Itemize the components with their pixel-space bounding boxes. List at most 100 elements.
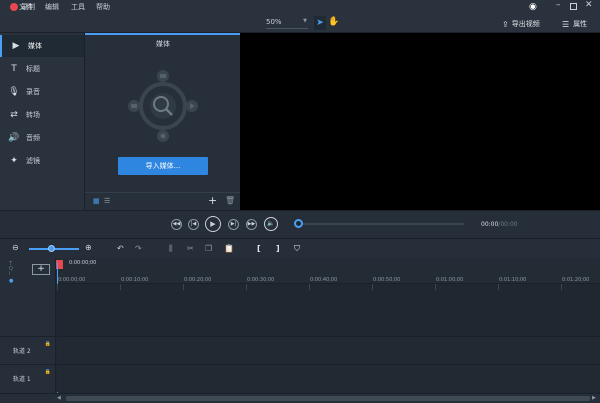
ruler-tick-line: [57, 284, 58, 290]
scroll-right-icon[interactable]: ▶: [592, 395, 596, 401]
app-window: 录制 文件 文件 编辑 工具 帮助 ◉ – ✕ 50% ▼ ➤ ✋ ⇪ 导出视频…: [0, 0, 600, 403]
paste-icon[interactable]: 📋: [224, 244, 234, 253]
mark-out-icon[interactable]: ]: [276, 244, 280, 253]
time-display: 00:00/00:00: [481, 221, 518, 228]
menu-file-item[interactable]: 文件: [19, 2, 33, 12]
sidebar-item-label: 录音: [26, 88, 40, 96]
undo-icon[interactable]: ↶: [117, 244, 124, 253]
fast-forward-icon[interactable]: ▶▶: [246, 219, 257, 230]
toolbar: 50% ▼ ➤ ✋ ⇪ 导出视频 ☰ 属性: [0, 14, 600, 33]
sidebar: ▶ 媒体 T 标题 🎙 录音 ⇄ 转场 🔊 音频 ✦ 滤镜: [0, 33, 84, 210]
ruler-tick-line: [372, 284, 373, 290]
ruler-tick-line: [246, 284, 247, 290]
play-icon[interactable]: ▶: [205, 216, 221, 232]
split-icon[interactable]: ⫼: [169, 244, 173, 254]
scroll-thumb[interactable]: [66, 396, 590, 401]
track-name: 轨道 2: [13, 348, 31, 355]
media-panel-header: 媒体: [85, 33, 241, 53]
timeline-track-empty[interactable]: [57, 284, 600, 336]
sidebar-item-filter[interactable]: ✦ 滤镜: [0, 150, 84, 172]
sidebar-item-label: 转场: [26, 111, 40, 119]
pointer-tool-icon[interactable]: ➤: [314, 16, 326, 30]
ruler-tick-line: [561, 284, 562, 290]
marker-icon[interactable]: ⛉: [294, 244, 300, 254]
volume-icon[interactable]: 🔈: [264, 217, 278, 231]
add-icon[interactable]: +: [208, 194, 217, 207]
export-label: 导出视频: [511, 20, 540, 28]
media-placeholder-icon: [128, 70, 198, 142]
current-time: 00:00: [481, 221, 499, 228]
zoom-value: 50%: [266, 18, 282, 26]
lock-icon[interactable]: 🔒: [45, 341, 51, 347]
step-forward-icon[interactable]: ▶|: [228, 219, 239, 230]
scroll-left-icon[interactable]: ◀: [57, 395, 61, 401]
export-icon: ⇪: [502, 19, 509, 29]
track-options-icon[interactable]: TQi: [9, 262, 13, 277]
sidebar-item-label: 标题: [26, 65, 40, 73]
minimize-icon[interactable]: –: [556, 0, 561, 10]
total-time: /00:00: [498, 221, 518, 228]
sidebar-item-transition[interactable]: ⇄ 转场: [0, 104, 84, 126]
ruler-tick-label: 0:00:10;00: [121, 277, 149, 283]
rewind-icon[interactable]: ◀◀: [171, 219, 182, 230]
sidebar-item-label: 媒体: [28, 42, 42, 50]
ruler-tick-line: [309, 284, 310, 290]
chevron-down-icon: ▼: [303, 18, 307, 24]
settings-icon[interactable]: ●: [9, 278, 13, 284]
ruler-tick-line: [435, 284, 436, 290]
properties-button[interactable]: ☰ 属性: [562, 18, 587, 30]
import-media-button[interactable]: 导入媒体...: [118, 157, 208, 175]
ruler-tick-line: [498, 284, 499, 290]
eye-icon[interactable]: ◉: [529, 2, 537, 12]
ruler-tick-label: 0:01:10;00: [499, 277, 527, 283]
trash-icon[interactable]: 🗑: [225, 196, 235, 205]
properties-label: 属性: [573, 20, 588, 28]
sidebar-item-media[interactable]: ▶ 媒体: [0, 35, 84, 57]
track-label-2: 轨道 2 🔒: [0, 336, 56, 364]
maximize-icon[interactable]: [570, 3, 577, 10]
zoom-slider-handle[interactable]: [48, 245, 55, 252]
redo-icon[interactable]: ↷: [135, 244, 142, 253]
menu-tools[interactable]: 工具: [71, 2, 85, 12]
sidebar-item-audio[interactable]: 🔊 音频: [0, 127, 84, 149]
menu-edit[interactable]: 编辑: [45, 2, 59, 12]
hand-tool-icon[interactable]: ✋: [328, 17, 339, 27]
zoom-select[interactable]: 50% ▼: [266, 18, 308, 29]
timeline-track-2[interactable]: [57, 336, 600, 364]
export-button[interactable]: ⇪ 导出视频: [502, 18, 540, 30]
menu-help[interactable]: 帮助: [96, 2, 110, 12]
playback-bar: ◀◀ |◀ ▶ ▶| ▶▶ 🔈 00:00/00:00: [0, 210, 600, 238]
cut-icon[interactable]: ✂: [187, 244, 194, 253]
progress-track[interactable]: [298, 223, 464, 225]
ruler-tick-label: 0:00:30;00: [247, 277, 275, 283]
track-name: 轨道 1: [13, 376, 31, 383]
timeline-scrollbar[interactable]: ◀ ▶: [0, 393, 600, 403]
list-view-icon[interactable]: ☰: [104, 197, 110, 205]
sidebar-item-title[interactable]: T 标题: [0, 58, 84, 80]
ruler-tick-label: 0:00:20;00: [184, 277, 212, 283]
ruler-tick-line: [120, 284, 121, 290]
add-track-button[interactable]: +: [32, 264, 50, 275]
transition-icon: ⇄: [10, 110, 18, 120]
zoom-out-icon[interactable]: ⊖: [12, 243, 19, 252]
sidebar-item-label: 音频: [26, 134, 40, 142]
filter-icon: ✦: [10, 156, 18, 166]
record-icon[interactable]: [10, 3, 18, 11]
ruler-tick-label: 0:00:40;00: [310, 277, 338, 283]
media-panel-footer: ▦ ☰ + 🗑: [85, 192, 241, 210]
zoom-in-icon[interactable]: ⊕: [85, 243, 92, 252]
sidebar-item-label: 滤镜: [26, 157, 40, 165]
progress-handle[interactable]: [294, 219, 303, 228]
media-icon: ▶: [12, 41, 20, 51]
mark-in-icon[interactable]: [: [257, 244, 261, 253]
ruler-tick-label: 0:00:00;00: [58, 277, 86, 283]
lock-icon[interactable]: 🔒: [45, 369, 51, 375]
ruler-tick-label: 0:01:20;00: [562, 277, 590, 283]
step-back-icon[interactable]: |◀: [188, 219, 199, 230]
close-icon[interactable]: ✕: [585, 0, 593, 10]
timeline-track-1[interactable]: [57, 364, 600, 392]
sidebar-item-record-audio[interactable]: 🎙 录音: [0, 81, 84, 103]
grid-view-icon[interactable]: ▦: [93, 197, 100, 205]
preview-canvas[interactable]: [240, 33, 600, 210]
copy-icon[interactable]: ❐: [205, 244, 212, 253]
